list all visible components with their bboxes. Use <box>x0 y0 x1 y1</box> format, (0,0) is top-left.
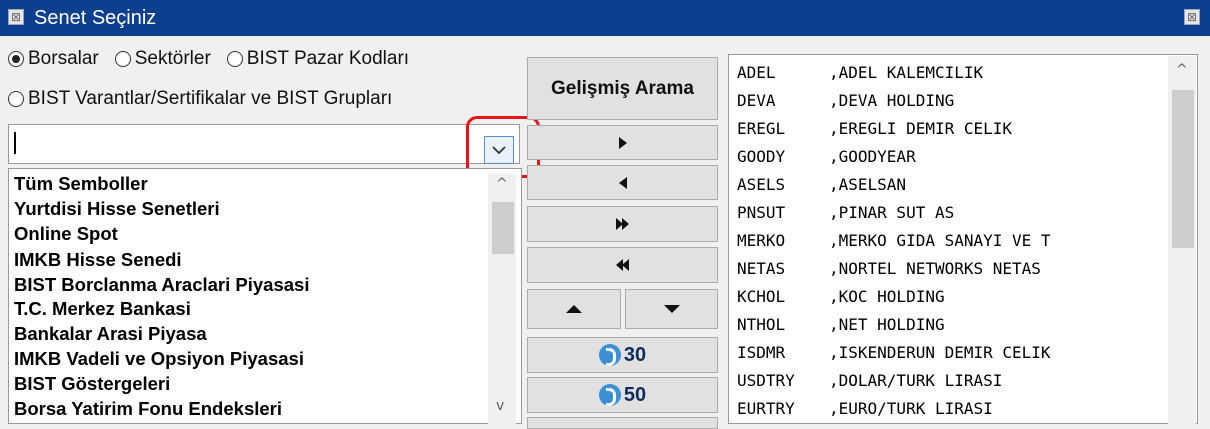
radio-label: BIST Pazar Kodları <box>246 48 410 69</box>
list-item[interactable]: IMKB Vadeli ve Opsiyon Piyasasi <box>14 348 304 370</box>
add-all-button[interactable] <box>527 206 718 242</box>
scroll-up-icon[interactable]: ^ <box>1176 62 1188 78</box>
window-title: Senet Seçiniz <box>34 7 157 29</box>
symbol-row[interactable]: ISDMR ,ISKENDERUN DEMIR CELIK <box>737 343 1051 362</box>
symbol-code: EURTRY <box>737 399 795 418</box>
list-item[interactable]: Borsa Yatirim Fonu Endeksleri <box>14 398 282 420</box>
move-down-button[interactable] <box>625 289 718 329</box>
symbol-name: ,NET HOLDING <box>829 315 945 334</box>
symbol-code: ASELS <box>737 175 786 194</box>
symbol-row[interactable]: PNSUT ,PINAR SUT AS <box>737 203 954 222</box>
symbol-row[interactable]: NETAS ,NORTEL NETWORKS NETAS <box>737 259 1041 278</box>
symbol-row[interactable]: ADEL ,ADEL KALEMCILIK <box>737 63 983 82</box>
radio-bist-varantlar[interactable]: BIST Varantlar/Sertifikalar ve BIST Grup… <box>8 88 392 110</box>
text-caret <box>14 132 16 154</box>
market-list[interactable]: Tüm Semboller Yurtdisi Hisse Senetleri O… <box>8 168 522 424</box>
radio-sektorler[interactable]: Sektörler <box>114 48 211 70</box>
symbol-name: ,NORTEL NETWORKS NETAS <box>829 259 1041 278</box>
brand-logo-icon <box>598 344 621 366</box>
symbol-row[interactable]: EREGL ,EREGLI DEMIR CELIK <box>737 119 1012 138</box>
symbol-row[interactable]: MERKO ,MERKO GIDA SANAYI VE T <box>737 231 1051 250</box>
play-left-icon <box>618 176 627 189</box>
symbol-row[interactable]: KCHOL ,KOC HOLDING <box>737 287 945 306</box>
radio-label: Borsalar <box>28 48 99 69</box>
triangle-down-icon <box>663 305 680 313</box>
close-icon[interactable]: ⊠ <box>1184 9 1200 25</box>
list-item[interactable]: Bankalar Arasi Piyasa <box>14 323 207 345</box>
rewind-icon <box>615 259 629 271</box>
scroll-up-icon[interactable]: ^ <box>496 176 508 192</box>
symbol-name: ,DOLAR/TURK LIRASI <box>829 371 1003 390</box>
symbol-code: PNSUT <box>737 203 786 222</box>
symbol-name: ,MERKO GIDA SANAYI VE T <box>829 231 1051 250</box>
radio-circle-icon <box>226 51 243 67</box>
advanced-search-label: Gelişmiş Arama <box>551 77 694 99</box>
fast-forward-icon <box>615 218 629 230</box>
top50-label: 50 <box>623 383 647 406</box>
top30-button[interactable]: 30 <box>527 337 718 373</box>
symbol-row[interactable]: DEVA ,DEVA HOLDING <box>737 91 954 110</box>
source-radio-row-1: Borsalar Sektörler BIST Pazar Kodları <box>8 48 425 70</box>
search-input[interactable] <box>8 124 520 164</box>
symbol-code: ADEL <box>737 63 776 82</box>
add-button[interactable] <box>527 125 718 160</box>
radio-bist-pazar-kodlari[interactable]: BIST Pazar Kodları <box>226 48 410 70</box>
symbol-code: ISDMR <box>737 343 786 362</box>
radio-circle-icon <box>114 51 131 67</box>
move-up-button[interactable] <box>527 289 621 329</box>
top50-button[interactable]: 50 <box>527 377 718 413</box>
radio-circle-icon <box>8 91 24 107</box>
symbol-code: DEVA <box>737 91 776 110</box>
selected-symbols-list[interactable]: ADEL ,ADEL KALEMCILIK DEVA ,DEVA HOLDING E… <box>728 54 1198 424</box>
symbol-name: ,EREGLI DEMIR CELIK <box>829 119 1013 138</box>
list-item[interactable]: BIST Göstergeleri <box>14 373 170 395</box>
symbol-row[interactable]: NTHOL ,NET HOLDING <box>737 315 945 334</box>
advanced-search-button[interactable]: Gelişmiş Arama <box>527 57 718 120</box>
symbol-name: ,ISKENDERUN DEMIR CELIK <box>829 343 1051 362</box>
title-bar: ⊠ Senet Seçiniz ⊠ <box>0 0 1210 36</box>
symbol-name: ,ADEL KALEMCILIK <box>829 63 984 82</box>
brand-logo-icon <box>598 384 621 406</box>
symbol-code: NETAS <box>737 259 786 278</box>
symbol-code: USDTRY <box>737 371 795 390</box>
list-item[interactable]: BIST Borclanma Araclari Piyasasi <box>14 274 309 296</box>
list-item[interactable]: Online Spot <box>14 223 118 245</box>
symbol-name: ,PINAR SUT AS <box>829 203 955 222</box>
symbol-code: GOODY <box>737 147 786 166</box>
top30-label: 30 <box>623 343 647 366</box>
symbol-row[interactable]: USDTRY ,DOLAR/TURK LIRASI <box>737 371 1002 390</box>
symbol-name: ,ASELSAN <box>829 175 907 194</box>
radio-label: BIST Varantlar/Sertifikalar ve BIST Grup… <box>28 88 393 109</box>
symbol-code: EREGL <box>737 119 786 138</box>
scrollbar-thumb[interactable] <box>1172 90 1194 248</box>
triangle-up-icon <box>566 305 582 313</box>
remove-button[interactable] <box>527 165 718 200</box>
list-item[interactable]: Yurtdisi Hisse Senetleri <box>14 198 220 220</box>
symbol-row[interactable]: GOODY ,GOODYEAR <box>737 147 916 166</box>
partial-button[interactable] <box>527 417 718 429</box>
play-right-icon <box>618 136 627 149</box>
symbol-name: ,GOODYEAR <box>829 147 916 166</box>
scroll-down-icon[interactable]: v <box>496 398 504 414</box>
symbol-name: ,KOC HOLDING <box>829 287 945 306</box>
list-item[interactable]: T.C. Merkez Bankasi <box>14 298 191 320</box>
symbol-name: ,EURO/TURK LIRASI <box>829 399 993 418</box>
radio-circle-icon <box>8 51 24 67</box>
radio-borsalar[interactable]: Borsalar <box>8 48 99 70</box>
symbol-row[interactable]: EURTRY ,EURO/TURK LIRASI <box>737 399 993 418</box>
scrollbar-thumb[interactable] <box>492 202 514 254</box>
remove-all-button[interactable] <box>527 247 718 283</box>
symbol-name: ,DEVA HOLDING <box>829 91 955 110</box>
symbol-code: NTHOL <box>737 315 786 334</box>
window-menu-icon[interactable]: ⊠ <box>8 9 24 25</box>
symbol-code: MERKO <box>737 231 786 250</box>
symbol-code: KCHOL <box>737 287 786 306</box>
radio-label: Sektörler <box>134 48 211 69</box>
source-radio-row-2: BIST Varantlar/Sertifikalar ve BIST Grup… <box>8 88 408 110</box>
symbol-row[interactable]: ASELS ,ASELSAN <box>737 175 906 194</box>
list-item[interactable]: IMKB Hisse Senedi <box>14 249 182 271</box>
list-item[interactable]: Tüm Semboller <box>14 173 148 195</box>
